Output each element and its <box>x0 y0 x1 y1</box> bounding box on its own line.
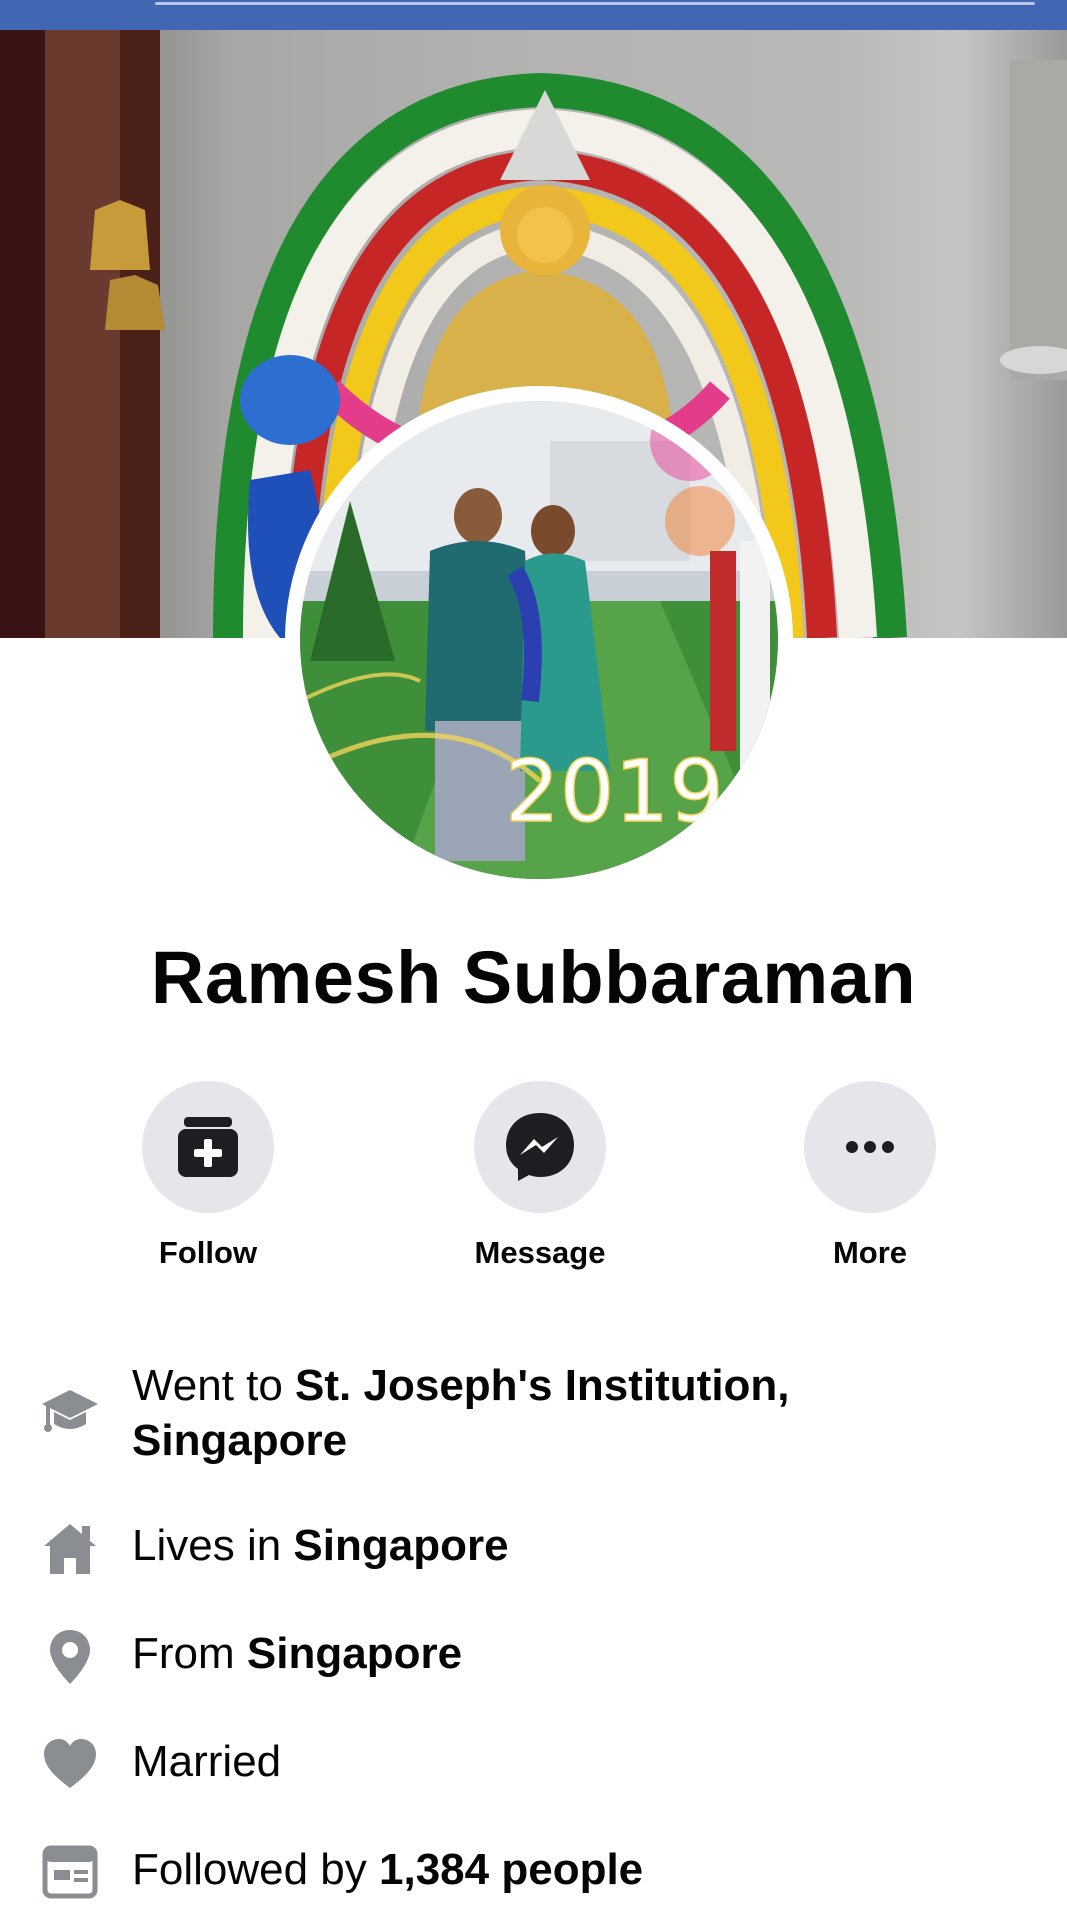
from-city-link[interactable]: Singapore <box>247 1629 462 1678</box>
profile-avatar[interactable]: 2019 <box>300 401 778 879</box>
profile-name: Ramesh Subbaraman <box>150 936 917 1019</box>
home-icon <box>44 1524 96 1574</box>
followers-card-icon <box>42 1845 98 1899</box>
graduation-cap-icon <box>42 1390 98 1432</box>
lives-prefix: Lives in <box>132 1521 294 1570</box>
detail-education-text: Went to St. Joseph's Institution, Singap… <box>132 1358 1012 1468</box>
education-school-link[interactable]: St. Joseph's Institution, <box>295 1361 789 1410</box>
more-button-circle[interactable] <box>804 1081 936 1213</box>
follow-button[interactable]: Follow <box>108 1081 308 1271</box>
detail-relationship-text: Married <box>132 1737 282 1786</box>
lives-city-link[interactable]: Singapore <box>293 1521 508 1570</box>
messenger-icon <box>506 1113 574 1181</box>
follow-button-label: Follow <box>158 1235 258 1270</box>
follow-button-circle[interactable] <box>142 1081 274 1213</box>
avatar-image: 2019 <box>300 401 778 879</box>
education-prefix: Went to <box>132 1361 296 1410</box>
more-dots-icon <box>846 1141 894 1153</box>
detail-lives-text: Lives in Singapore <box>132 1518 1012 1573</box>
heart-icon <box>44 1739 96 1788</box>
follow-icon <box>178 1117 238 1177</box>
from-prefix: From <box>132 1629 247 1678</box>
message-button[interactable]: Message <box>440 1081 640 1271</box>
location-pin-icon <box>50 1630 90 1684</box>
more-button[interactable]: More <box>770 1081 970 1271</box>
top-app-bar <box>0 0 1067 30</box>
message-button-circle[interactable] <box>474 1081 606 1213</box>
search-bar-edge[interactable] <box>155 2 1035 5</box>
detail-from-text: From Singapore <box>132 1626 1012 1681</box>
more-button-label: More <box>832 1235 908 1270</box>
education-school-location[interactable]: Singapore <box>132 1416 347 1465</box>
detail-followers-text: Followed by 1,384 people <box>132 1842 1012 1897</box>
message-button-label: Message <box>474 1235 606 1270</box>
followers-count-link[interactable]: 1,384 people <box>379 1845 643 1894</box>
followers-prefix: Followed by <box>132 1845 380 1894</box>
